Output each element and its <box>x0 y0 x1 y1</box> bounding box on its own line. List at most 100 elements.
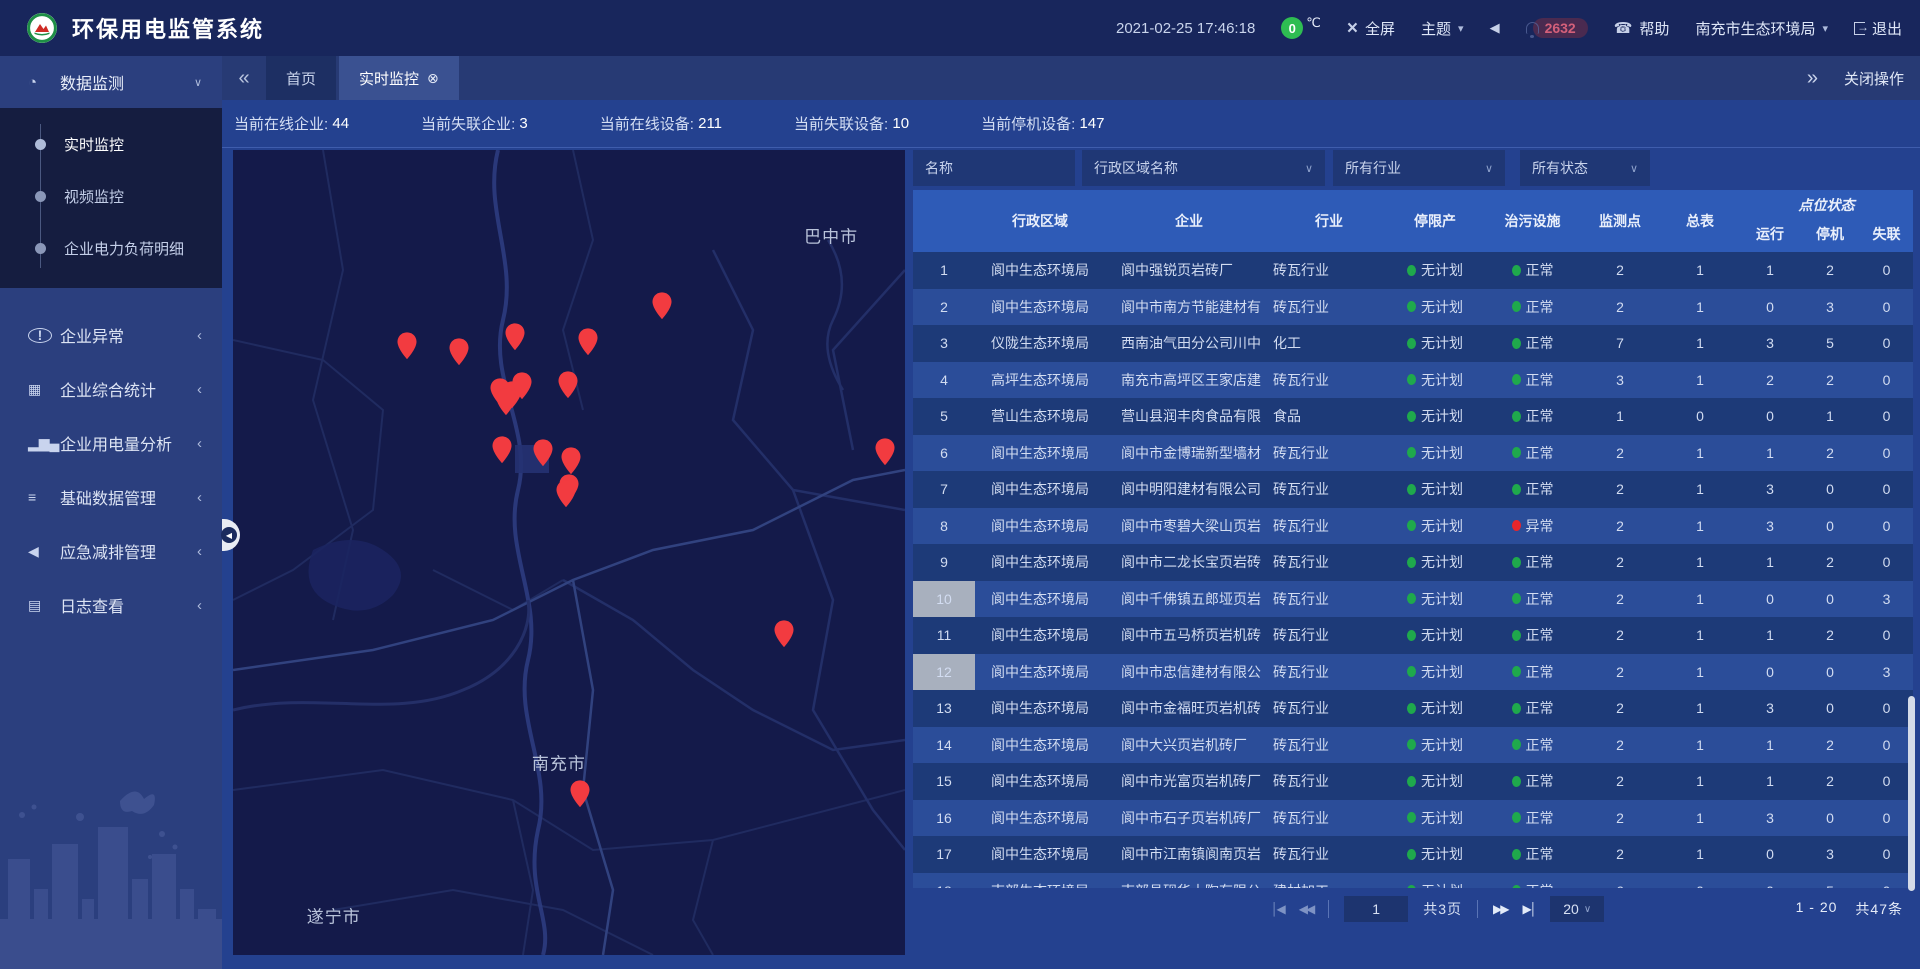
region-select[interactable]: 行政区域名称 ∨ <box>1082 150 1325 186</box>
tab-realtime-monitoring[interactable]: 实时监控 ⊗ <box>339 56 459 100</box>
map-pin-icon[interactable] <box>532 438 554 467</box>
sidebar-item[interactable]: ▤ 日志查看 ‹ <box>0 578 222 632</box>
row-number: 1 <box>913 252 975 289</box>
table-row[interactable]: 9 阆中生态环境局 阆中市二龙长宝页岩砖 砖瓦行业 无计划 正常 2 1 1 <box>913 544 1913 581</box>
map-pin-icon[interactable] <box>448 337 470 366</box>
logout-button[interactable]: → 退出 <box>1854 18 1902 39</box>
table-row[interactable]: 17 阆中生态环境局 阆中市江南镇阆南页岩 砖瓦行业 无计划 正常 2 1 0 <box>913 836 1913 873</box>
sidebar-item[interactable]: ▦ 企业综合统计 ‹ <box>0 362 222 416</box>
megaphone-icon: ◀ <box>28 543 52 560</box>
bar-chart-icon: ▂▆▄ <box>28 435 52 452</box>
tab-home[interactable]: 首页 <box>266 56 336 100</box>
table-row[interactable]: 1 阆中生态环境局 阆中强锐页岩砖厂 砖瓦行业 无计划 正常 2 1 1 <box>913 252 1913 289</box>
sidebar-submenu-item[interactable]: 实时监控 <box>0 118 222 170</box>
map-pin-icon[interactable] <box>577 327 599 356</box>
table-row[interactable]: 14 阆中生态环境局 阆中大兴页岩机砖厂 砖瓦行业 无计划 正常 2 1 1 <box>913 727 1913 764</box>
page-size-select[interactable]: 20 ∨ <box>1550 896 1604 922</box>
page-number-input[interactable] <box>1344 896 1408 922</box>
table-row[interactable]: 2 阆中生态环境局 阆中市南方节能建材有 砖瓦行业 无计划 正常 2 1 0 <box>913 289 1913 326</box>
map-pin-icon[interactable] <box>773 620 795 649</box>
sidebar-submenu-item[interactable]: 视频监控 <box>0 170 222 222</box>
sidebar-submenu-item[interactable]: 企业电力负荷明细 <box>0 222 222 274</box>
theme-dropdown[interactable]: 主题 ▾ <box>1421 18 1464 39</box>
map-pin-icon[interactable] <box>555 479 577 508</box>
map-pin-icon[interactable] <box>396 331 418 360</box>
sidebar-item[interactable]: ≡ 基础数据管理 ‹ <box>0 470 222 524</box>
row-limit-label: 无计划 <box>1421 698 1463 718</box>
table-row[interactable]: 6 阆中生态环境局 阆中市金博瑞新型墙材 砖瓦行业 无计划 正常 2 1 1 <box>913 435 1913 472</box>
row-limit-status: 无计划 <box>1385 581 1485 618</box>
speaker-icon[interactable]: ◀ <box>1490 20 1500 36</box>
name-search-input[interactable] <box>913 150 1075 186</box>
row-region: 阆中生态环境局 <box>975 252 1105 289</box>
fullscreen-button[interactable]: × 全屏 <box>1347 18 1395 39</box>
col-company: 企业 <box>1105 190 1273 252</box>
sidebar-item[interactable]: ▂▆▄ 企业用电量分析 ‹ <box>0 416 222 470</box>
row-facility-status: 正常 <box>1485 690 1580 727</box>
status-dot-icon <box>1512 703 1521 714</box>
row-meter-count: 1 <box>1660 690 1740 727</box>
sidebar-item[interactable]: ! 企业异常 ‹ <box>0 308 222 362</box>
table-row[interactable]: 7 阆中生态环境局 阆中明阳建材有限公司 砖瓦行业 无计划 正常 2 1 3 <box>913 471 1913 508</box>
row-facility-status: 正常 <box>1485 654 1580 691</box>
row-meter-count: 1 <box>1660 617 1740 654</box>
row-offline-count: 0 <box>1860 471 1913 508</box>
status-select[interactable]: 所有状态 ∨ <box>1520 150 1650 186</box>
map-pin-icon[interactable] <box>504 322 526 351</box>
table-row[interactable]: 4 高坪生态环境局 南充市高坪区王家店建 砖瓦行业 无计划 正常 3 1 2 <box>913 362 1913 399</box>
tab-scroll-left-icon[interactable]: « <box>222 67 266 90</box>
map-pin-icon[interactable] <box>569 780 591 809</box>
row-limit-label: 无计划 <box>1421 662 1463 682</box>
table-row[interactable]: 12 阆中生态环境局 阆中市忠信建材有限公 砖瓦行业 无计划 正常 2 1 0 <box>913 654 1913 691</box>
row-company: 南充市高坪区王家店建 <box>1105 362 1273 399</box>
row-region: 阆中生态环境局 <box>975 471 1105 508</box>
collapse-left-icon: ◀ <box>226 531 232 540</box>
map-canvas[interactable]: 巴中市南充市遂宁市 <box>233 150 905 955</box>
table-row[interactable]: 18 南部生态环境局 南部县砚华土陶有限公 建材加工 无计划 正常 6 0 0 <box>913 873 1913 889</box>
table-row[interactable]: 5 营山生态环境局 营山县润丰肉食品有限 食品 无计划 正常 1 0 0 <box>913 398 1913 435</box>
table-row[interactable]: 16 阆中生态环境局 阆中市石子页岩机砖厂 砖瓦行业 无计划 正常 2 1 3 <box>913 800 1913 837</box>
map-pin-icon[interactable] <box>560 446 582 475</box>
map-pin-icon[interactable] <box>874 438 896 467</box>
row-limit-status: 无计划 <box>1385 252 1485 289</box>
table-row[interactable]: 13 阆中生态环境局 阆中市金福旺页岩机砖 砖瓦行业 无计划 正常 2 1 3 <box>913 690 1913 727</box>
row-stop-count: 2 <box>1800 362 1860 399</box>
fullscreen-label: 全屏 <box>1365 18 1395 39</box>
map-pin-icon[interactable] <box>495 388 517 417</box>
table-row[interactable]: 11 阆中生态环境局 阆中市五马桥页岩机砖 砖瓦行业 无计划 正常 2 1 1 <box>913 617 1913 654</box>
submenu-item-label: 企业电力负荷明细 <box>64 238 184 259</box>
bell-icon <box>1526 22 1539 34</box>
row-meter-count: 1 <box>1660 836 1740 873</box>
first-page-icon[interactable]: │◀ <box>1271 902 1284 916</box>
organization-dropdown[interactable]: 南充市生态环境局 ▾ <box>1695 18 1828 39</box>
row-monitor-count: 2 <box>1580 654 1660 691</box>
table-scrollbar-thumb[interactable] <box>1908 696 1915 891</box>
row-offline-count: 0 <box>1860 362 1913 399</box>
close-operations-button[interactable]: 关闭操作 <box>1844 68 1904 89</box>
map-pin-icon[interactable] <box>491 435 513 464</box>
notifications-button[interactable]: 2632 <box>1526 18 1588 38</box>
table-row[interactable]: 10 阆中生态环境局 阆中千佛镇五郎垭页岩 砖瓦行业 无计划 正常 2 1 0 <box>913 581 1913 618</box>
row-industry: 砖瓦行业 <box>1273 471 1385 508</box>
table-row[interactable]: 8 阆中生态环境局 阆中市枣碧大梁山页岩 砖瓦行业 无计划 异常 2 1 3 <box>913 508 1913 545</box>
map-pin-icon[interactable] <box>557 371 579 400</box>
map-pin-icon[interactable] <box>651 291 673 320</box>
sidebar-group-data-monitoring[interactable]: ◔ 数据监测 ∨ <box>0 56 222 108</box>
row-limit-label: 无计划 <box>1421 844 1463 864</box>
row-limit-label: 无计划 <box>1421 370 1463 390</box>
sidebar-item[interactable]: ◀ 应急减排管理 ‹ <box>0 524 222 578</box>
tab-close-icon[interactable]: ⊗ <box>427 70 439 87</box>
row-run-count: 0 <box>1740 873 1800 889</box>
table-row[interactable]: 3 仪陇生态环境局 西南油气田分公司川中 化工 无计划 正常 7 1 3 <box>913 325 1913 362</box>
next-page-icon[interactable]: ▶▶ <box>1493 902 1507 916</box>
prev-page-icon[interactable]: ◀◀ <box>1299 902 1313 916</box>
table-row[interactable]: 15 阆中生态环境局 阆中市光富页岩机砖厂 砖瓦行业 无计划 正常 2 1 1 <box>913 763 1913 800</box>
help-button[interactable]: ☎ 帮助 <box>1614 18 1670 39</box>
industry-select[interactable]: 所有行业 ∨ <box>1333 150 1505 186</box>
row-limit-status: 无计划 <box>1385 800 1485 837</box>
last-page-icon[interactable]: ▶│ <box>1522 902 1535 916</box>
row-limit-status: 无计划 <box>1385 289 1485 326</box>
industry-select-value: 所有行业 <box>1345 158 1401 178</box>
row-limit-status: 无计划 <box>1385 325 1485 362</box>
tab-scroll-right-icon[interactable]: » <box>1807 67 1818 90</box>
